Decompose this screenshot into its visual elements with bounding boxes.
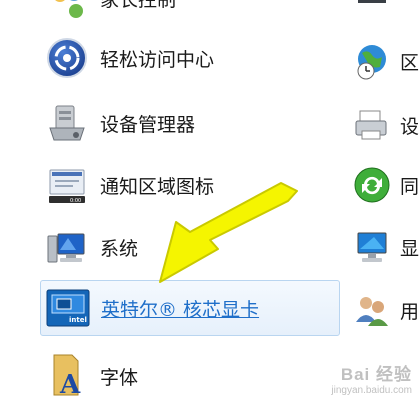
cpl-item-notification-area-icons[interactable]: 0:00 通知区域图标: [40, 157, 340, 213]
sync-center-icon: [354, 167, 390, 203]
item-label: 轻松访问中心: [100, 48, 215, 71]
cpl-item-device-manager[interactable]: 设备管理器: [40, 95, 340, 151]
svg-text:A: A: [59, 370, 81, 399]
cpl-item-intel-hd-graphics[interactable]: intel 英特尔® 核芯显卡: [40, 280, 340, 336]
item-label: 英特尔® 核芯显卡: [101, 298, 260, 321]
fonts-icon: A: [44, 353, 90, 399]
right-item-label: 同: [400, 175, 420, 198]
svg-text:0:00: 0:00: [70, 198, 81, 204]
cpl-item-display[interactable]: 显: [352, 222, 420, 272]
cpl-item-region[interactable]: 区: [352, 36, 420, 86]
right-item-label: 设: [400, 115, 420, 138]
item-label: 字体: [100, 366, 139, 389]
cpl-item-system[interactable]: 系统: [40, 219, 340, 275]
item-label: 通知区域图标: [100, 175, 215, 198]
cpl-item-fonts[interactable]: A 字体: [40, 348, 340, 404]
monitor-edge-icon: [358, 0, 386, 3]
cpl-item-parental-controls[interactable]: 家长控制: [40, 0, 340, 26]
ease-of-access-icon: [44, 35, 90, 81]
item-label: 家长控制: [100, 0, 176, 12]
parental-controls-icon: [44, 0, 90, 21]
right-item-label: 区: [400, 51, 420, 74]
cpl-item-devices-printers[interactable]: 设: [352, 100, 420, 150]
watermark-site: jingyan.baidu.com: [331, 385, 412, 396]
item-label: 设备管理器: [100, 113, 196, 136]
watermark: Bai 经验 jingyan.baidu.com: [331, 360, 412, 396]
device-manager-icon: [44, 100, 90, 146]
cpl-item-user-accounts[interactable]: 用: [352, 285, 420, 335]
cpl-item-sync-center[interactable]: 同: [352, 160, 420, 210]
watermark-brand: Bai 经验: [340, 365, 412, 384]
right-item-label: 显: [400, 237, 420, 260]
display-icon: [357, 232, 387, 262]
cpl-item-right-top[interactable]: [352, 0, 420, 20]
region-globe-icon: [357, 45, 386, 80]
devices-printers-icon: [355, 110, 387, 140]
svg-text:intel: intel: [69, 316, 87, 324]
notification-area-icon: 0:00: [44, 162, 90, 208]
right-item-label: 用: [400, 300, 420, 323]
system-icon: [44, 224, 90, 270]
item-label: 系统: [100, 237, 139, 260]
intel-graphics-icon: intel: [45, 285, 91, 331]
cpl-item-ease-of-access[interactable]: 轻松访问中心: [40, 30, 340, 86]
user-accounts-icon: [356, 297, 388, 326]
